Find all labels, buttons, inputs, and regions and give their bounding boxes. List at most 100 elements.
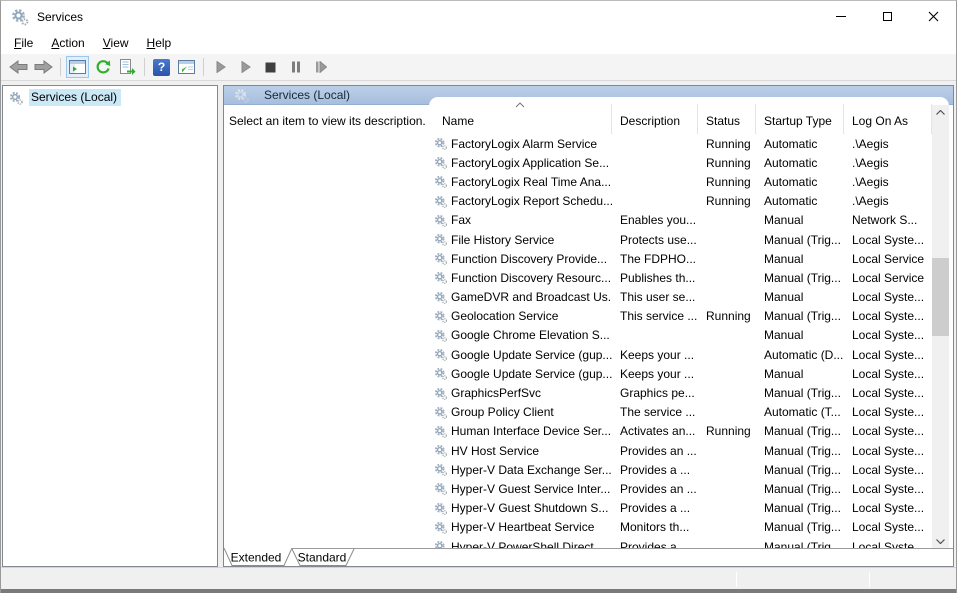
service-row[interactable]: FactoryLogix Alarm Service Running Autom… — [429, 134, 932, 153]
export-list-icon — [119, 59, 136, 75]
service-startup-type: Manual — [756, 328, 844, 342]
service-logon-as: Local Syste... — [844, 520, 932, 534]
service-row[interactable]: Hyper-V Heartbeat Service Monitors th...… — [429, 518, 932, 537]
service-description: Keeps your ... — [612, 367, 698, 381]
resume-service-button[interactable] — [234, 56, 257, 78]
service-row[interactable]: Human Interface Device Ser... Activates … — [429, 422, 932, 441]
maximize-button[interactable] — [864, 1, 910, 32]
tree-item-services-local[interactable]: Services (Local) — [5, 89, 215, 106]
export-list-button[interactable] — [116, 56, 139, 78]
service-logon-as: Local Syste... — [844, 328, 932, 342]
service-row[interactable]: Hyper-V Data Exchange Ser... Provides a … — [429, 460, 932, 479]
column-header-status[interactable]: Status — [698, 104, 756, 134]
menu-view[interactable]: View — [94, 34, 138, 52]
service-startup-type: Manual (Trig... — [756, 463, 844, 477]
back-button[interactable] — [7, 56, 30, 78]
services-window: Services File Action View Help — [0, 0, 957, 593]
show-console-tree-icon — [69, 60, 86, 74]
service-startup-type: Manual (Trig... — [756, 386, 844, 400]
tab-standard[interactable]: Standard — [292, 549, 354, 566]
service-startup-type: Manual — [756, 213, 844, 227]
refresh-button[interactable] — [91, 56, 114, 78]
services-gear-icon — [234, 88, 249, 103]
pause-service-button[interactable] — [284, 56, 307, 78]
service-logon-as: Local Syste... — [844, 424, 932, 438]
status-bar-divider — [869, 572, 870, 587]
service-status: Running — [698, 194, 756, 208]
service-gear-icon — [434, 329, 447, 342]
tab-extended[interactable]: Extended — [224, 548, 292, 566]
menu-bar: File Action View Help — [1, 32, 956, 54]
service-row[interactable]: Fax Enables you... Manual Network S... — [429, 211, 932, 230]
scroll-down-button[interactable] — [932, 534, 949, 549]
scrollbar-thumb[interactable] — [932, 258, 949, 336]
service-name: Google Update Service (gup... — [451, 348, 612, 362]
close-button[interactable] — [910, 1, 956, 32]
service-name: HV Host Service — [451, 444, 539, 458]
menu-action[interactable]: Action — [42, 34, 93, 52]
service-row[interactable]: Hyper-V Guest Shutdown S... Provides a .… — [429, 499, 932, 518]
service-row[interactable]: Function Discovery Provide... The FDPHO.… — [429, 249, 932, 268]
menu-help[interactable]: Help — [138, 34, 181, 52]
service-name: Google Chrome Elevation S... — [451, 328, 610, 342]
main-area: Services (Local) Services (Local) Select… — [1, 81, 956, 568]
restart-service-button[interactable] — [309, 56, 332, 78]
service-startup-type: Manual — [756, 290, 844, 304]
service-row[interactable]: Hyper-V Guest Service Inter... Provides … — [429, 479, 932, 498]
column-header-logon-as[interactable]: Log On As — [844, 104, 932, 134]
service-row[interactable]: FactoryLogix Application Se... Running A… — [429, 153, 932, 172]
service-logon-as: Local Syste... — [844, 501, 932, 515]
service-name: FactoryLogix Application Se... — [451, 156, 609, 170]
service-logon-as: .\Aegis — [844, 175, 932, 189]
scroll-up-button[interactable] — [932, 105, 949, 120]
service-row[interactable]: GraphicsPerfSvc Graphics pe... Manual (T… — [429, 383, 932, 402]
show-window-button[interactable] — [175, 56, 198, 78]
minimize-button[interactable] — [818, 1, 864, 32]
service-row[interactable]: Google Update Service (gup... Keeps your… — [429, 364, 932, 383]
service-row[interactable]: File History Service Protects use... Man… — [429, 230, 932, 249]
service-name: Hyper-V Guest Shutdown S... — [451, 501, 608, 515]
column-header-name[interactable]: Name — [429, 104, 612, 134]
vertical-scrollbar[interactable] — [932, 105, 949, 549]
sort-ascending-icon — [515, 102, 525, 108]
service-row[interactable]: FactoryLogix Report Schedu... Running Au… — [429, 192, 932, 211]
service-gear-icon — [434, 291, 447, 304]
service-logon-as: Local Syste... — [844, 386, 932, 400]
show-console-tree-button[interactable] — [66, 56, 89, 78]
menu-file[interactable]: File — [5, 34, 42, 52]
service-logon-as: Local Syste... — [844, 367, 932, 381]
service-row[interactable]: GameDVR and Broadcast Us... This user se… — [429, 288, 932, 307]
pause-service-icon — [291, 61, 301, 73]
service-name: GameDVR and Broadcast Us... — [451, 290, 612, 304]
column-header-description[interactable]: Description — [612, 104, 698, 134]
service-gear-icon — [434, 387, 447, 400]
service-logon-as: Network S... — [844, 213, 932, 227]
stop-service-button[interactable] — [259, 56, 282, 78]
service-row[interactable]: Group Policy Client The service ... Auto… — [429, 403, 932, 422]
service-gear-icon — [434, 348, 447, 361]
service-name: Geolocation Service — [451, 309, 558, 323]
column-header-startup-type[interactable]: Startup Type — [756, 104, 844, 134]
tab-standard-label: Standard — [298, 551, 347, 565]
start-service-icon — [216, 61, 226, 73]
service-row[interactable]: Function Discovery Resourc... Publishes … — [429, 268, 932, 287]
service-description: Protects use... — [612, 233, 698, 247]
service-row[interactable]: FactoryLogix Real Time Ana... Running Au… — [429, 172, 932, 191]
service-gear-icon — [434, 463, 447, 476]
service-status: Running — [698, 175, 756, 189]
service-name: FactoryLogix Real Time Ana... — [451, 175, 611, 189]
service-description: Provides a ... — [612, 501, 698, 515]
service-description: Keeps your ... — [612, 348, 698, 362]
close-icon — [928, 11, 939, 22]
service-row[interactable]: Google Update Service (gup... Keeps your… — [429, 345, 932, 364]
service-row[interactable]: Google Chrome Elevation S... Manual Loca… — [429, 326, 932, 345]
toolbar-separator — [60, 58, 61, 76]
service-gear-icon — [434, 252, 447, 265]
start-service-button[interactable] — [209, 56, 232, 78]
help-button[interactable]: ? — [150, 56, 173, 78]
service-gear-icon — [434, 233, 447, 246]
service-row[interactable]: Geolocation Service This service ... Run… — [429, 307, 932, 326]
service-row[interactable]: HV Host Service Provides an ... Manual (… — [429, 441, 932, 460]
service-name: Human Interface Device Ser... — [451, 424, 611, 438]
forward-button[interactable] — [32, 56, 55, 78]
